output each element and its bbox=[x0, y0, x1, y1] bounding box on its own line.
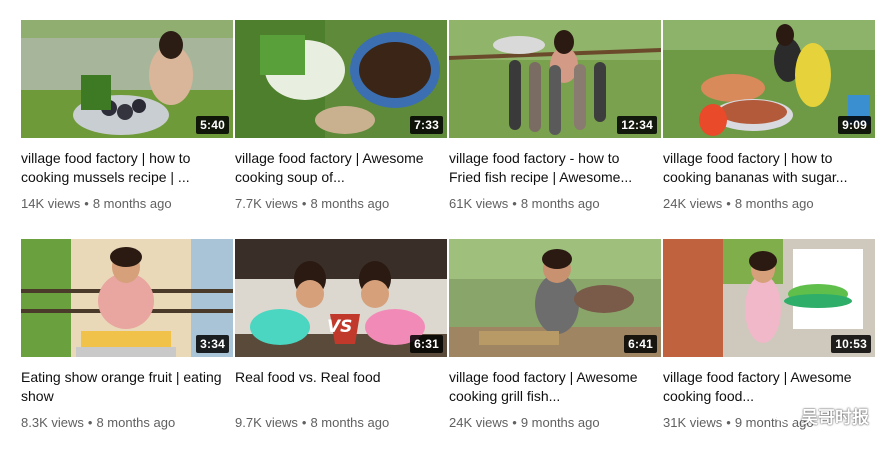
video-thumbnail[interactable]: 12:34 bbox=[449, 20, 661, 138]
view-count: 31K views bbox=[663, 415, 723, 430]
video-title[interactable]: village food factory | Awesome cooking g… bbox=[449, 368, 661, 406]
video-thumbnail[interactable]: VS 6:31 bbox=[235, 239, 447, 357]
view-count: 8.3K views bbox=[21, 415, 84, 430]
watermark-text: 吴哥时报 bbox=[801, 408, 869, 428]
video-duration: 12:34 bbox=[617, 116, 657, 134]
video-duration: 7:33 bbox=[410, 116, 443, 134]
video-thumbnail[interactable]: 3:34 bbox=[21, 239, 233, 357]
video-title[interactable]: village food factory | Awesome cooking s… bbox=[235, 149, 447, 187]
video-thumbnail[interactable]: 7:33 bbox=[235, 20, 447, 138]
video-card[interactable]: 3:34 Eating show orange fruit | eating s… bbox=[21, 239, 233, 430]
video-card[interactable]: 5:40 village food factory | how to cooki… bbox=[21, 20, 233, 211]
video-title[interactable]: village food factory | how to cooking ba… bbox=[663, 149, 875, 187]
video-thumbnail[interactable]: 5:40 bbox=[21, 20, 233, 138]
video-title[interactable]: village food factory | Awesome cooking f… bbox=[663, 368, 875, 406]
view-count: 7.7K views bbox=[235, 196, 298, 211]
video-title[interactable]: village food factory | how to cooking mu… bbox=[21, 149, 233, 187]
video-title[interactable]: village food factory - how to Fried fish… bbox=[449, 149, 661, 187]
video-duration: 9:09 bbox=[838, 116, 871, 134]
upload-age: 9 months ago bbox=[520, 415, 600, 430]
upload-age: 8 months ago bbox=[520, 196, 600, 211]
watermark: 吴哥时报 bbox=[773, 403, 869, 428]
upload-age: 8 months ago bbox=[96, 415, 176, 430]
view-count: 14K views bbox=[21, 196, 81, 211]
view-count: 61K views bbox=[449, 196, 509, 211]
video-card[interactable]: 7:33 village food factory | Awesome cook… bbox=[235, 20, 447, 211]
video-thumbnail[interactable]: 9:09 bbox=[663, 20, 875, 138]
vs-badge: VS bbox=[327, 317, 353, 337]
upload-age: 8 months ago bbox=[92, 196, 172, 211]
video-metadata: 7.7K views • 8 months ago bbox=[235, 196, 390, 211]
video-thumbnail[interactable]: 10:53 bbox=[663, 239, 875, 357]
video-duration: 5:40 bbox=[196, 116, 229, 134]
video-card[interactable]: 12:34 village food factory - how to Frie… bbox=[449, 20, 661, 211]
video-thumbnail[interactable]: 6:41 bbox=[449, 239, 661, 357]
view-count: 9.7K views bbox=[235, 415, 298, 430]
video-duration: 6:41 bbox=[624, 335, 657, 353]
view-count: 24K views bbox=[449, 415, 509, 430]
video-title[interactable]: Real food vs. Real food bbox=[235, 368, 447, 406]
video-card[interactable]: 9:09 village food factory | how to cooki… bbox=[663, 20, 875, 211]
video-card[interactable]: VS 6:31 Real food vs. Real food 9.7K vie… bbox=[235, 239, 447, 430]
upload-age: 8 months ago bbox=[734, 196, 814, 211]
video-metadata: 61K views • 8 months ago bbox=[449, 196, 600, 211]
wechat-icon bbox=[773, 406, 795, 424]
upload-age: 8 months ago bbox=[310, 415, 390, 430]
video-metadata: 24K views • 9 months ago bbox=[449, 415, 600, 430]
video-card[interactable]: 10:53 village food factory | Awesome coo… bbox=[663, 239, 875, 430]
video-metadata: 24K views • 8 months ago bbox=[663, 196, 814, 211]
video-duration: 6:31 bbox=[410, 335, 443, 353]
video-metadata: 8.3K views • 8 months ago bbox=[21, 415, 176, 430]
video-duration: 10:53 bbox=[831, 335, 871, 353]
upload-age: 8 months ago bbox=[310, 196, 390, 211]
video-metadata: 14K views • 8 months ago bbox=[21, 196, 172, 211]
view-count: 24K views bbox=[663, 196, 723, 211]
video-duration: 3:34 bbox=[196, 335, 229, 353]
video-metadata: 9.7K views • 8 months ago bbox=[235, 415, 390, 430]
video-card[interactable]: 6:41 village food factory | Awesome cook… bbox=[449, 239, 661, 430]
video-title[interactable]: Eating show orange fruit | eating show bbox=[21, 368, 233, 406]
